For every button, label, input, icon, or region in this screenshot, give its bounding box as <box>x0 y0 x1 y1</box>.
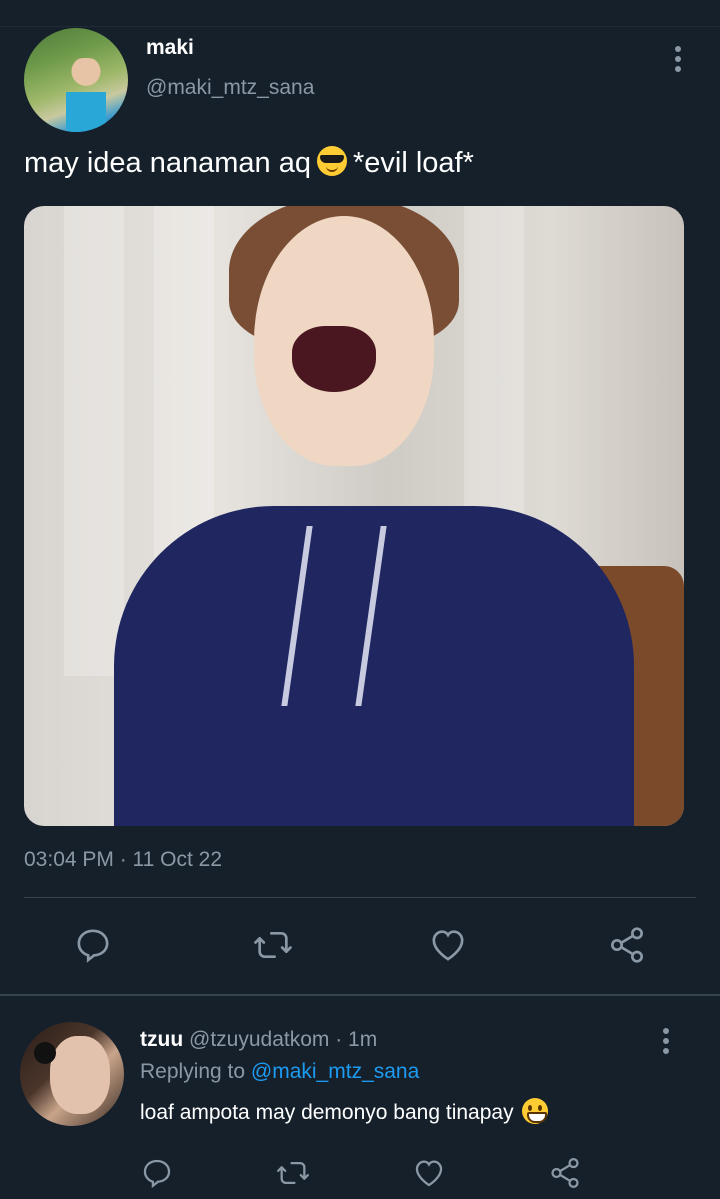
tweet-text-part2: *evil loaf* <box>352 147 474 179</box>
tweet-timestamp[interactable]: 03:04 PM · 11 Oct 22 <box>24 848 222 872</box>
retweet-icon[interactable] <box>268 1148 318 1198</box>
like-icon[interactable] <box>423 920 473 970</box>
sunglasses-emoji-icon <box>316 146 347 176</box>
reply-icon[interactable] <box>132 1148 182 1198</box>
reply-author-name[interactable]: tzuu <box>140 1028 183 1051</box>
author-handle[interactable]: @maki_mtz_sana <box>146 76 314 100</box>
avatar-face <box>50 1036 110 1114</box>
share-icon[interactable] <box>540 1148 590 1198</box>
tweet-text-part1: may idea nanaman aq <box>24 147 311 179</box>
grinning-emoji-icon <box>521 1098 548 1124</box>
reply-author-avatar[interactable] <box>20 1022 124 1126</box>
share-icon[interactable] <box>602 920 652 970</box>
author-name[interactable]: maki <box>146 36 194 60</box>
reply-text-content: loaf ampota may demonyo bang tinapay <box>140 1101 514 1124</box>
reply-actions <box>0 1148 720 1192</box>
author-avatar[interactable] <box>24 28 128 132</box>
avatar-photo <box>66 58 106 132</box>
more-icon[interactable] <box>666 46 690 78</box>
laughing-mouth <box>292 326 376 392</box>
tweet-image[interactable] <box>24 206 684 826</box>
reply-meta[interactable]: @tzuyudatkom · 1m <box>189 1028 377 1051</box>
tweet-text: may idea nanaman aq *evil loaf* <box>24 146 474 180</box>
reply-header: tzuu @tzuyudatkom · 1m <box>140 1028 377 1052</box>
more-icon[interactable] <box>654 1028 678 1060</box>
replying-mention[interactable]: @maki_mtz_sana <box>251 1060 419 1083</box>
curtain-fold <box>64 206 124 676</box>
replying-to: Replying to @maki_mtz_sana <box>140 1060 419 1084</box>
reply-text: loaf ampota may demonyo bang tinapay <box>140 1098 554 1125</box>
retweet-icon[interactable] <box>248 920 298 970</box>
reply-icon[interactable] <box>68 920 118 970</box>
tweet-actions <box>0 920 720 976</box>
avatar-microphone <box>34 1042 56 1064</box>
replying-prefix: Replying to <box>140 1060 246 1083</box>
top-divider <box>0 26 720 27</box>
tweet-separator <box>0 994 720 996</box>
like-icon[interactable] <box>404 1148 454 1198</box>
divider <box>24 897 696 898</box>
